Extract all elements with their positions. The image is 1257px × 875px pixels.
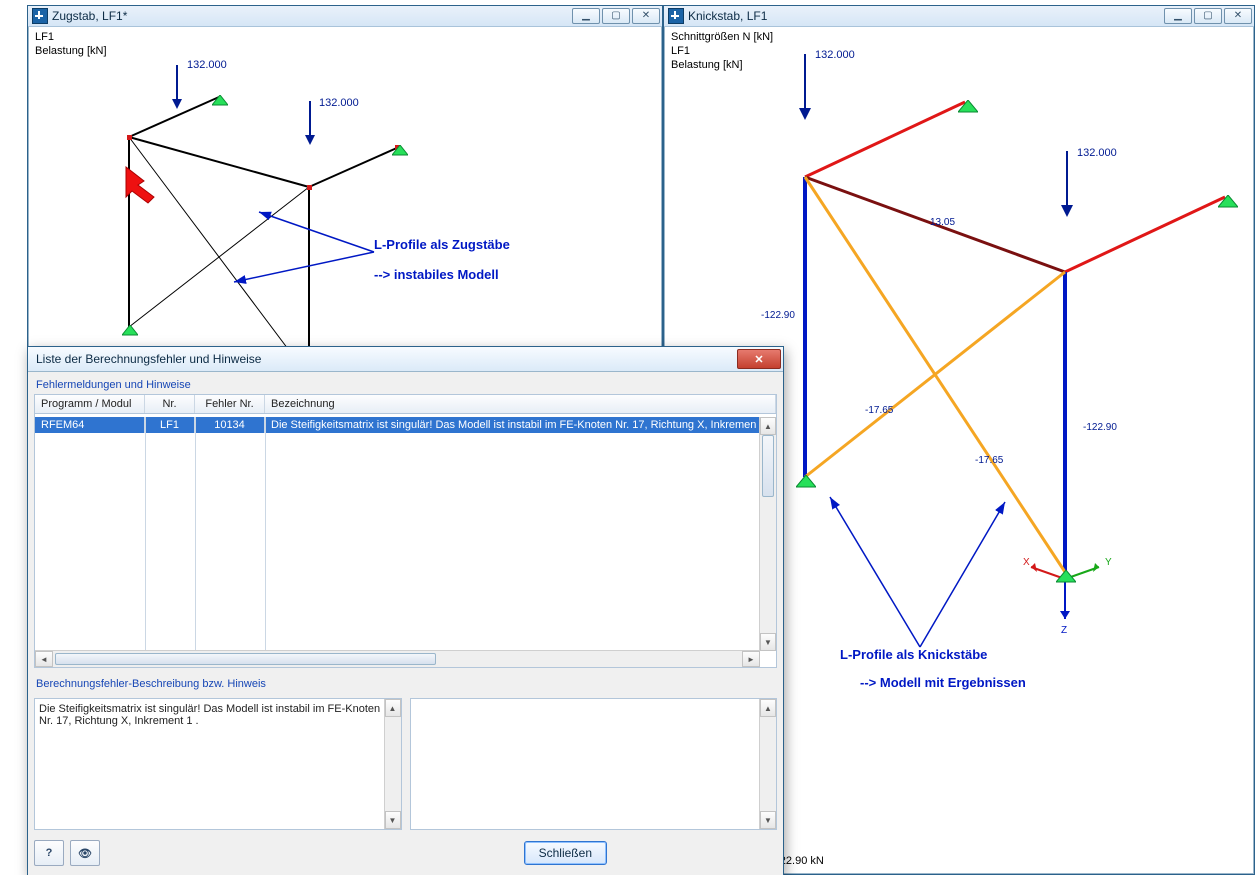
close-icon: ✕ bbox=[754, 353, 763, 366]
app-icon bbox=[32, 8, 48, 24]
axis-label-y: Y bbox=[1105, 557, 1112, 568]
dialog-close-button[interactable]: ✕ bbox=[737, 349, 781, 369]
hint-text bbox=[415, 703, 757, 825]
help-button[interactable]: ? bbox=[34, 840, 64, 866]
error-table[interactable]: Programm / Modul Nr. Fehler Nr. Bezeichn… bbox=[34, 394, 777, 668]
minimize-icon: ▁ bbox=[582, 11, 590, 21]
titlebar-right[interactable]: Knickstab, LF1 ▁ ▢ ✕ bbox=[664, 6, 1254, 27]
result-value: -122.90 bbox=[761, 310, 795, 321]
support-icon bbox=[212, 95, 226, 105]
scroll-thumb[interactable] bbox=[55, 653, 436, 665]
maximize-icon: ▢ bbox=[1203, 11, 1212, 21]
scroll-up-button[interactable]: ▲ bbox=[760, 699, 776, 717]
description-textarea[interactable]: Die Steifigkeitsmatrix ist singulär! Das… bbox=[34, 698, 402, 830]
scroll-left-button[interactable]: ◄ bbox=[35, 651, 53, 667]
close-icon: ✕ bbox=[1234, 11, 1242, 21]
load-value: 132.000 bbox=[187, 59, 227, 71]
result-value: -17.65 bbox=[865, 405, 893, 416]
col-bezeichnung[interactable]: Bezeichnung bbox=[265, 395, 776, 413]
close-button[interactable]: ✕ bbox=[1224, 8, 1252, 24]
table-header: Programm / Modul Nr. Fehler Nr. Bezeichn… bbox=[35, 395, 776, 414]
load-value: 132.000 bbox=[319, 97, 359, 109]
cell-nr: LF1 bbox=[145, 417, 195, 433]
scroll-down-button[interactable]: ▼ bbox=[760, 633, 776, 651]
view-button[interactable]: 👁 bbox=[70, 840, 100, 866]
load-arrow bbox=[1060, 149, 1072, 183]
vertical-scrollbar[interactable]: ▲ ▼ bbox=[759, 417, 776, 651]
dialog-title: Liste der Berechnungsfehler und Hinweise bbox=[36, 352, 737, 366]
load-arrow bbox=[171, 63, 183, 97]
cell-fehlernr: 10134 bbox=[195, 417, 265, 433]
annotation-text: --> Modell mit Ergebnissen bbox=[860, 675, 1026, 690]
support-icon bbox=[796, 475, 810, 485]
load-value: 132.000 bbox=[1077, 147, 1117, 159]
maximize-button[interactable]: ▢ bbox=[1194, 8, 1222, 24]
scroll-up-button[interactable]: ▲ bbox=[385, 699, 401, 717]
scroll-up-button[interactable]: ▲ bbox=[760, 417, 776, 435]
col-programm[interactable]: Programm / Modul bbox=[35, 395, 145, 413]
minimize-button[interactable]: ▁ bbox=[572, 8, 600, 24]
support-icon bbox=[1218, 195, 1232, 205]
support-icon bbox=[122, 325, 136, 335]
annotation-text: L-Profile als Zugstäbe bbox=[374, 237, 510, 252]
axis-label-z: Z bbox=[1061, 625, 1067, 636]
vertical-scrollbar[interactable]: ▲ ▼ bbox=[759, 699, 776, 829]
minimize-button[interactable]: ▁ bbox=[1164, 8, 1192, 24]
axis-label-x: X bbox=[1023, 557, 1030, 568]
group-label: Fehlermeldungen und Hinweise bbox=[36, 379, 777, 391]
annotation-text: L-Profile als Knickstäbe bbox=[840, 647, 987, 662]
horizontal-scrollbar[interactable]: ◄ ► bbox=[35, 650, 760, 667]
scroll-right-button[interactable]: ► bbox=[742, 651, 760, 667]
window-title: Knickstab, LF1 bbox=[688, 9, 1160, 23]
app-icon bbox=[668, 8, 684, 24]
eye-icon: 👁 bbox=[78, 847, 92, 860]
close-dialog-button[interactable]: Schließen bbox=[524, 841, 607, 865]
group-label: Berechnungsfehler-Beschreibung bzw. Hinw… bbox=[36, 678, 777, 690]
load-arrow bbox=[304, 99, 316, 133]
close-button[interactable]: ✕ bbox=[632, 8, 660, 24]
window-title: Zugstab, LF1* bbox=[52, 9, 568, 23]
cell-programm: RFEM64 bbox=[35, 417, 145, 433]
minimize-icon: ▁ bbox=[1174, 11, 1182, 21]
load-value: 132.000 bbox=[815, 49, 855, 61]
scroll-thumb[interactable] bbox=[762, 435, 774, 497]
load-arrow bbox=[798, 52, 810, 86]
maximize-button[interactable]: ▢ bbox=[602, 8, 630, 24]
help-icon: ? bbox=[46, 847, 53, 859]
col-fehlernr[interactable]: Fehler Nr. bbox=[195, 395, 265, 413]
result-value: 13.05 bbox=[930, 217, 955, 228]
annotation-text: --> instabiles Modell bbox=[374, 267, 499, 282]
result-value: -17.65 bbox=[975, 455, 1003, 466]
close-icon: ✕ bbox=[642, 11, 650, 21]
dialog-titlebar[interactable]: Liste der Berechnungsfehler und Hinweise… bbox=[28, 347, 783, 372]
maximize-icon: ▢ bbox=[611, 11, 620, 21]
hint-textarea[interactable]: ▲ ▼ bbox=[410, 698, 778, 830]
scroll-down-button[interactable]: ▼ bbox=[760, 811, 776, 829]
vertical-scrollbar[interactable]: ▲ ▼ bbox=[384, 699, 401, 829]
support-icon bbox=[392, 145, 406, 155]
scroll-down-button[interactable]: ▼ bbox=[385, 811, 401, 829]
description-text: Die Steifigkeitsmatrix ist singulär! Das… bbox=[39, 703, 381, 825]
col-nr[interactable]: Nr. bbox=[145, 395, 195, 413]
dialog-error-list: Liste der Berechnungsfehler und Hinweise… bbox=[27, 346, 784, 875]
cell-bezeichnung: Die Steifigkeitsmatrix ist singulär! Das… bbox=[265, 417, 760, 433]
table-row[interactable]: RFEM64 LF1 10134 Die Steifigkeitsmatrix … bbox=[35, 417, 760, 433]
support-icon bbox=[1056, 570, 1070, 580]
support-icon bbox=[958, 100, 972, 110]
titlebar-left[interactable]: Zugstab, LF1* ▁ ▢ ✕ bbox=[28, 6, 662, 27]
result-value: -122.90 bbox=[1083, 422, 1117, 433]
